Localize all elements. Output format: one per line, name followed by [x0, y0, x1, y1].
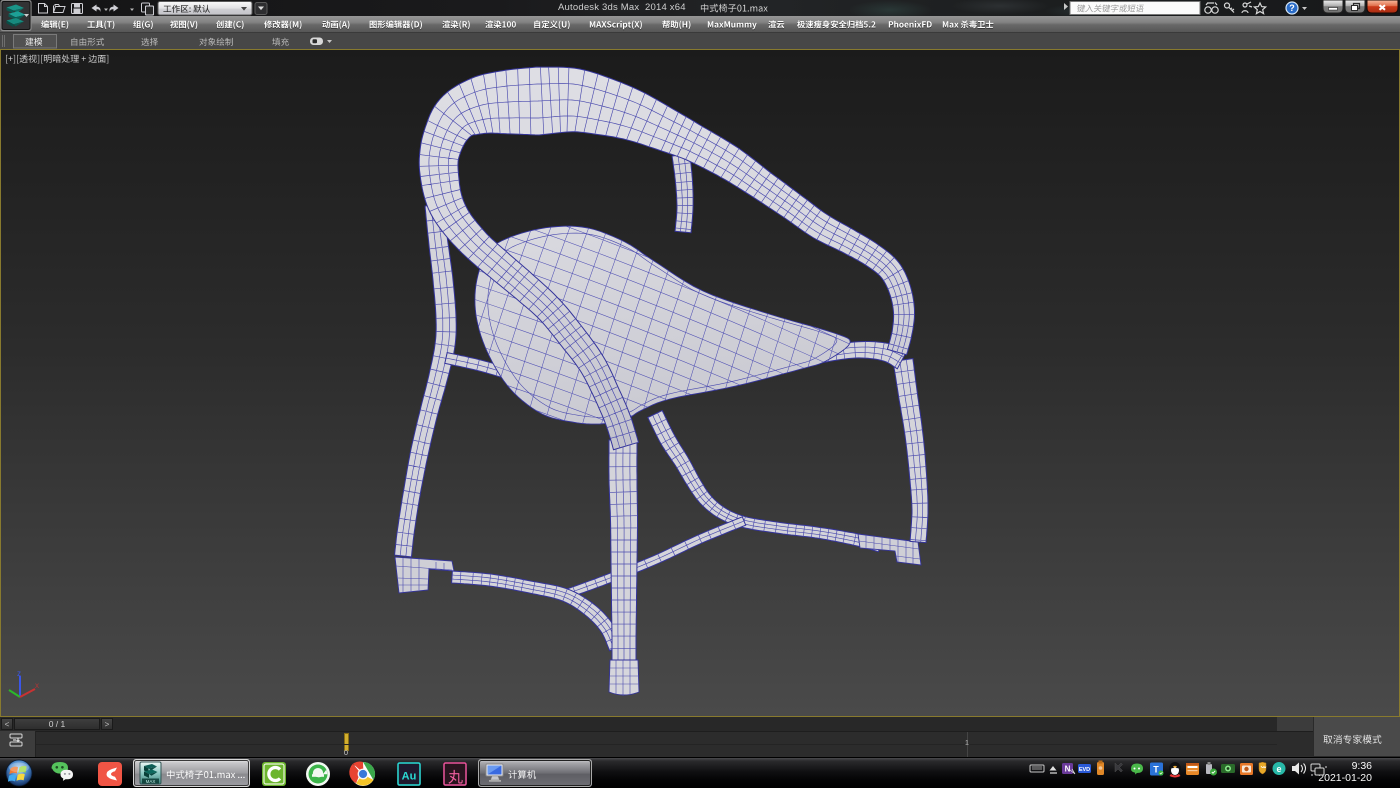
svg-text:x: x: [35, 681, 39, 690]
svg-text:N: N: [1065, 765, 1071, 774]
svg-text:Au: Au: [402, 771, 417, 783]
svg-text:T: T: [1153, 765, 1159, 775]
svg-text:z: z: [17, 669, 21, 678]
svg-text:EVD: EVD: [1079, 767, 1090, 773]
svg-text:e: e: [1276, 764, 1281, 774]
svg-text:MAX: MAX: [146, 779, 156, 784]
